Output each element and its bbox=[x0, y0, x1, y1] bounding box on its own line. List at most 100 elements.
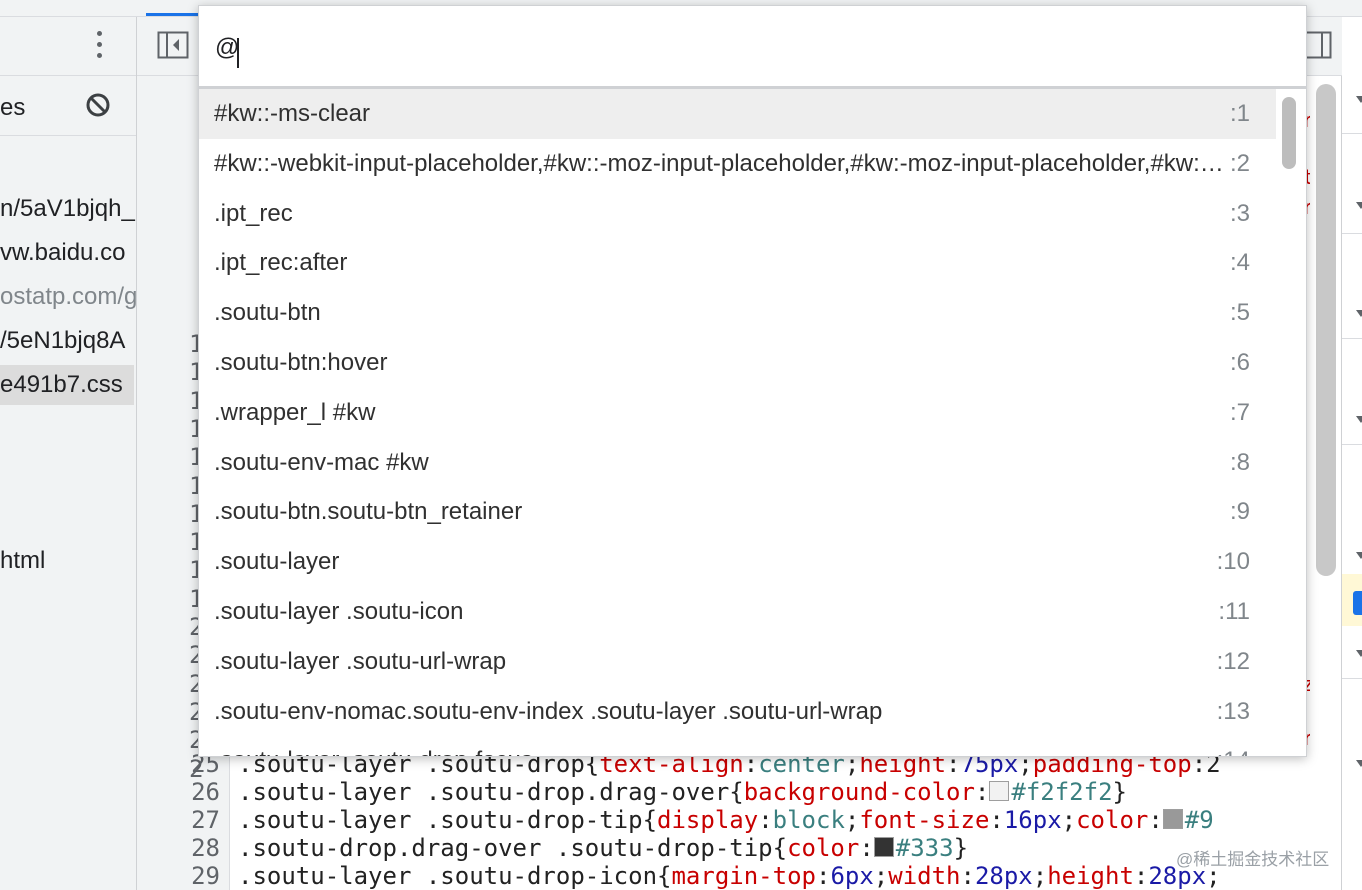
sources-navigator: es n/5aV1bjqh_ vw.baidu.co ostatp.com/g/5e… bbox=[0, 17, 137, 890]
code-line: .soutu-layer .soutu-drop-tip{display:blo… bbox=[238, 806, 1214, 834]
more-options-icon[interactable] bbox=[96, 31, 104, 61]
editor-scrollbar[interactable] bbox=[1316, 84, 1336, 576]
chevron-down-icon[interactable] bbox=[1356, 416, 1362, 423]
clear-block-icon[interactable] bbox=[86, 93, 110, 117]
code-token: width bbox=[888, 862, 961, 890]
code-line: .soutu-layer .soutu-drop-icon{margin-top… bbox=[238, 862, 1221, 890]
symbol-result-item[interactable]: .wrapper_l #kw:7 bbox=[199, 388, 1276, 438]
symbol-selector: .soutu-btn bbox=[214, 299, 321, 327]
symbol-line-number: :14 bbox=[1217, 736, 1250, 756]
symbol-result-item[interactable]: .soutu-layer :10 bbox=[199, 537, 1276, 587]
symbol-line-number: :4 bbox=[1229, 249, 1250, 277]
symbol-result-item[interactable]: .soutu-btn:5 bbox=[199, 288, 1276, 338]
code-token: .soutu-drop.drag-over .soutu-drop-tip{ bbox=[238, 834, 788, 862]
scrollbar-thumb[interactable] bbox=[1282, 97, 1296, 169]
code-token: color bbox=[787, 834, 860, 862]
code-token: : bbox=[758, 806, 773, 834]
chevron-down-icon[interactable] bbox=[1356, 202, 1362, 209]
file-tree-item[interactable]: /5eN1bjq8A bbox=[0, 321, 136, 361]
code-token: 6px bbox=[830, 862, 874, 890]
color-swatch[interactable] bbox=[1162, 809, 1183, 829]
breakpoint-checkbox[interactable] bbox=[1353, 591, 1362, 615]
file-tree-item[interactable]: vw.baidu.co bbox=[0, 233, 136, 273]
file-tree-item[interactable]: ostatp.com/g bbox=[0, 277, 136, 317]
symbol-result-item[interactable]: .soutu-env-mac #kw :8 bbox=[199, 438, 1276, 488]
file-tree-item[interactable]: e491b7.css bbox=[0, 365, 134, 405]
symbol-selector: .ipt_rec bbox=[214, 199, 293, 227]
code-token: #333 bbox=[895, 834, 954, 862]
symbol-result-item[interactable]: .soutu-env-nomac.soutu-env-index .soutu-… bbox=[199, 687, 1276, 737]
symbol-search-input[interactable] bbox=[215, 28, 1285, 68]
symbol-result-item[interactable]: #kw::-webkit-input-placeholder,#kw::-moz… bbox=[199, 139, 1276, 189]
watermark: @稀土掘金技术社区 bbox=[1176, 850, 1330, 869]
symbol-selector: .soutu-layer .soutu-icon bbox=[214, 598, 464, 625]
code-token: .soutu-layer .soutu-drop-icon{ bbox=[238, 862, 672, 890]
symbol-selector: .soutu-env-nomac.soutu-env-index .soutu-… bbox=[214, 697, 883, 725]
code-token: #f2f2f2 bbox=[1011, 778, 1113, 806]
text-caret bbox=[237, 38, 239, 68]
symbol-selector: .soutu-layer .soutu-drop-focus bbox=[214, 736, 1224, 756]
line-number: 28 bbox=[191, 834, 220, 862]
symbol-selector: .soutu-layer bbox=[214, 548, 340, 576]
code-token: block bbox=[772, 806, 845, 834]
code-token: 28px bbox=[974, 862, 1033, 890]
symbol-result-item[interactable]: .ipt_rec:after :4 bbox=[199, 238, 1276, 288]
line-number: 27 bbox=[191, 806, 220, 834]
toggle-debugger-icon[interactable] bbox=[1304, 31, 1332, 59]
code-token: } bbox=[1112, 778, 1127, 806]
code-token: : bbox=[974, 778, 990, 806]
symbol-result-item[interactable]: .soutu-layer .soutu-drop-focus:14 bbox=[199, 736, 1276, 756]
code-token: ; bbox=[1032, 862, 1048, 890]
chevron-down-icon[interactable] bbox=[1356, 310, 1362, 317]
symbol-selector: #kw::-ms-clear bbox=[214, 100, 371, 127]
chevron-down-icon[interactable] bbox=[1356, 650, 1362, 657]
symbol-line-number: :9 bbox=[1229, 498, 1250, 526]
results-scrollbar[interactable] bbox=[1277, 89, 1306, 756]
debugger-sidebar bbox=[1341, 76, 1362, 890]
code-token: font-size bbox=[859, 806, 990, 834]
code-token: : bbox=[859, 834, 874, 862]
symbol-line-number: :10 bbox=[1216, 548, 1250, 576]
code-token: 16px bbox=[1003, 806, 1062, 834]
code-token: margin-top bbox=[671, 862, 816, 890]
symbol-line-number: :1 bbox=[1229, 100, 1250, 127]
file-tree-item[interactable]: html bbox=[0, 541, 136, 581]
symbol-result-item[interactable]: .soutu-layer .soutu-icon:11 bbox=[199, 587, 1276, 637]
symbol-selector: .soutu-env-mac #kw bbox=[214, 448, 429, 476]
symbol-line-number: :6 bbox=[1229, 349, 1250, 376]
code-token: .soutu-layer .soutu-drop-tip{ bbox=[238, 806, 658, 834]
code-token: ; bbox=[844, 806, 860, 834]
chevron-down-icon[interactable] bbox=[1356, 552, 1362, 559]
symbol-selector: #kw::-webkit-input-placeholder,#kw::-moz… bbox=[214, 149, 1224, 177]
code-token: display bbox=[657, 806, 759, 834]
code-token: height bbox=[1047, 862, 1134, 890]
chevron-down-icon[interactable] bbox=[1356, 760, 1362, 767]
code-token: color bbox=[1076, 806, 1149, 834]
code-line: .soutu-drop.drag-over .soutu-drop-tip{co… bbox=[238, 834, 968, 862]
color-swatch[interactable] bbox=[989, 781, 1010, 801]
code-token: background-color bbox=[743, 778, 975, 806]
symbol-results-list: #kw::-ms-clear :1 #kw::-webkit-input-place… bbox=[199, 89, 1276, 756]
symbol-result-item[interactable]: .ipt_rec :3 bbox=[199, 189, 1276, 239]
symbol-result-item[interactable]: .soutu-btn:hover :6 bbox=[199, 338, 1276, 388]
symbol-search-row bbox=[199, 6, 1306, 89]
symbol-result-item[interactable]: .soutu-btn.soutu-btn_retainer :9 bbox=[199, 487, 1276, 537]
code-token: ; bbox=[873, 862, 889, 890]
line-number: 29 bbox=[191, 862, 220, 890]
code-token: .soutu-layer .soutu-drop.drag-over{ bbox=[238, 778, 744, 806]
symbol-selector: .ipt_rec:after bbox=[214, 249, 348, 277]
chevron-down-icon[interactable] bbox=[1356, 96, 1362, 103]
toggle-navigator-icon[interactable] bbox=[157, 31, 189, 59]
code-token: : bbox=[815, 862, 831, 890]
symbol-result-item[interactable]: #kw::-ms-clear :1 bbox=[199, 89, 1276, 139]
navigator-toolbar bbox=[0, 17, 136, 76]
symbol-line-number: :8 bbox=[1229, 448, 1250, 476]
file-tree-item[interactable]: n/5aV1bjqh_ bbox=[0, 189, 136, 229]
symbol-selector: .soutu-btn.soutu-btn_retainer bbox=[214, 498, 523, 526]
color-swatch[interactable] bbox=[873, 837, 894, 857]
code-token: ; bbox=[1061, 806, 1077, 834]
line-number: 26 bbox=[191, 778, 220, 806]
symbol-line-number: :3 bbox=[1229, 199, 1250, 227]
symbol-result-item[interactable]: .soutu-layer .soutu-url-wrap:12 bbox=[199, 637, 1276, 687]
symbol-selector: .soutu-btn:hover bbox=[214, 349, 388, 376]
